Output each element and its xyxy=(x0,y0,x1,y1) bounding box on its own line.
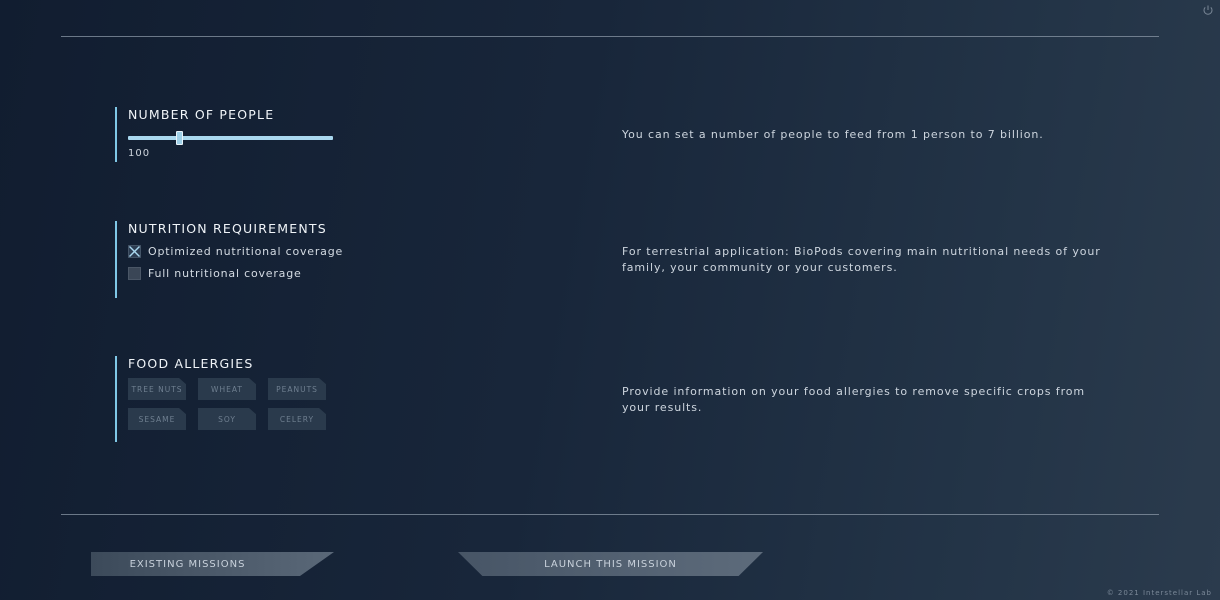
launch-mission-button[interactable]: LAUNCH THIS MISSION xyxy=(458,552,763,576)
allergy-chips: TREE NUTS WHEAT PEANUTS SESAME SOY CELER… xyxy=(128,378,375,430)
people-title: NUMBER OF PEOPLE xyxy=(128,107,275,122)
chip-peanuts[interactable]: PEANUTS xyxy=(268,378,326,400)
nutrition-description: For terrestrial application: BioPods cov… xyxy=(622,245,1101,274)
empty-checkbox-icon[interactable] xyxy=(128,266,141,280)
people-section: NUMBER OF PEOPLE 100 xyxy=(115,107,355,162)
slider-value: 100 xyxy=(128,148,151,159)
option-label: Full nutritional coverage xyxy=(148,266,302,280)
existing-missions-button[interactable]: EXISTING MISSIONS xyxy=(91,552,334,576)
people-slider[interactable] xyxy=(128,131,333,145)
slider-thumb[interactable] xyxy=(176,131,183,145)
allergies-title: FOOD ALLERGIES xyxy=(128,356,254,371)
chip-tree-nuts[interactable]: TREE NUTS xyxy=(128,378,186,400)
option-label: Optimized nutritional coverage xyxy=(148,244,344,258)
nutrition-section: NUTRITION REQUIREMENTS Optimized nutriti… xyxy=(115,221,375,298)
allergies-section: FOOD ALLERGIES TREE NUTS WHEAT PEANUTS S… xyxy=(115,356,375,442)
chip-soy[interactable]: SOY xyxy=(198,408,256,430)
x-checkbox-icon[interactable] xyxy=(128,244,141,258)
option-full-coverage[interactable]: Full nutritional coverage xyxy=(128,265,375,281)
bottom-divider xyxy=(61,514,1159,515)
chip-sesame[interactable]: SESAME xyxy=(128,408,186,430)
people-description: You can set a number of people to feed f… xyxy=(622,128,1044,141)
nutrition-title: NUTRITION REQUIREMENTS xyxy=(128,221,327,236)
allergies-description: Provide information on your food allergi… xyxy=(622,385,1086,414)
top-divider xyxy=(61,36,1159,37)
slider-track[interactable] xyxy=(128,136,333,140)
option-optimized-coverage[interactable]: Optimized nutritional coverage xyxy=(128,243,375,259)
chip-wheat[interactable]: WHEAT xyxy=(198,378,256,400)
power-icon[interactable] xyxy=(1202,4,1214,16)
chip-celery[interactable]: CELERY xyxy=(268,408,326,430)
copyright-text: © 2021 Interstellar Lab xyxy=(1106,589,1212,597)
